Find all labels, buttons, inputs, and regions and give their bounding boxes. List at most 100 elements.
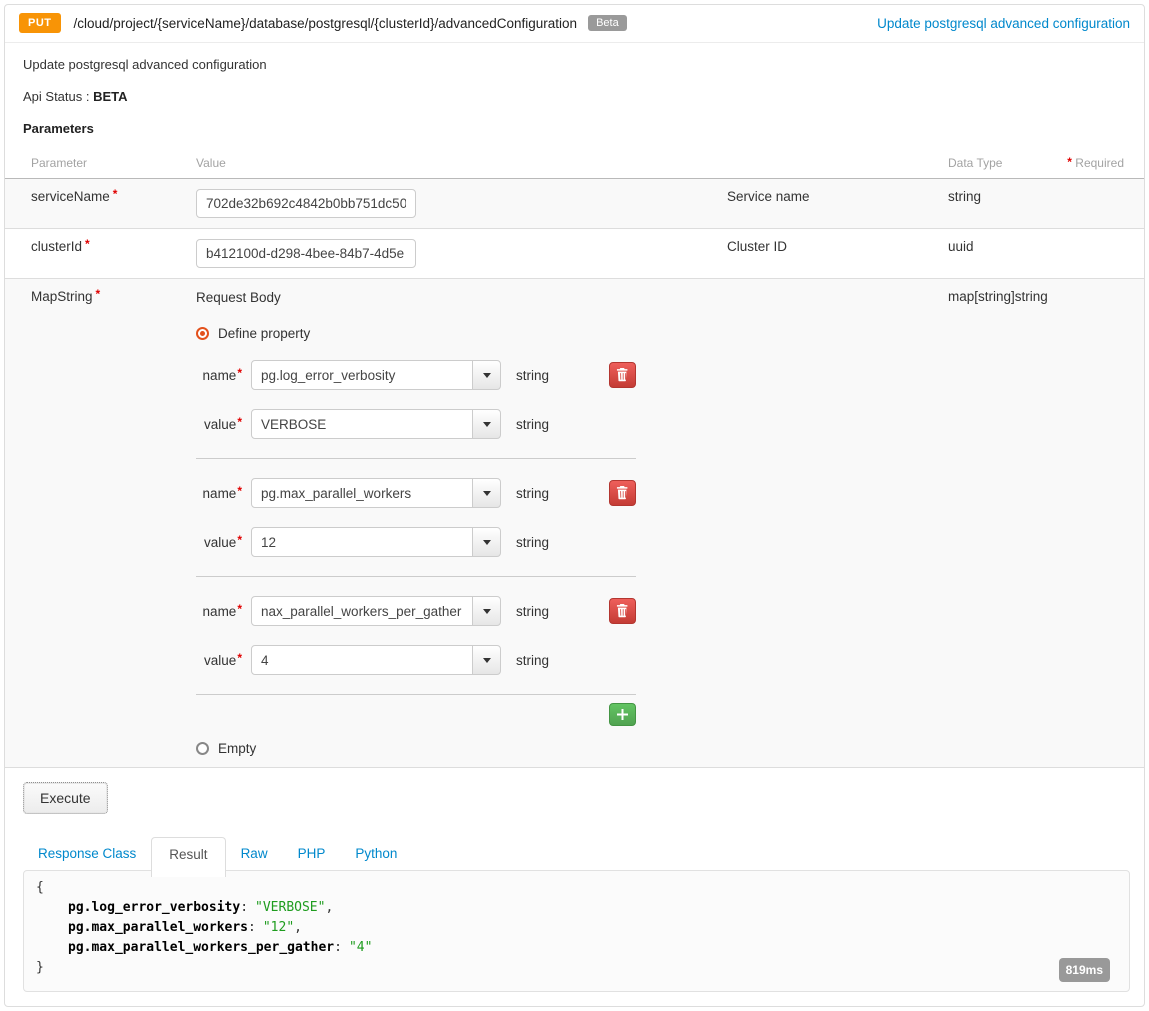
param-description: Service name	[727, 179, 948, 228]
result-code-block: { pg.log_error_verbosity:"VERBOSE", pg.m…	[23, 870, 1130, 992]
param-description: Cluster ID	[727, 229, 948, 278]
table-row-servicename: serviceName* Service name string	[5, 179, 1144, 229]
result-entry: pg.max_parallel_workers:"12",	[36, 918, 1117, 938]
column-header-parameter: Parameter	[5, 145, 196, 178]
property-name-input[interactable]	[251, 596, 473, 626]
column-header-value: Value	[196, 145, 727, 178]
property-name-combo	[251, 360, 501, 390]
required-asterisk: *	[237, 484, 242, 498]
empty-radio[interactable]: Empty	[196, 741, 727, 756]
response-time-badge: 819ms	[1059, 958, 1110, 982]
parameters-table: Parameter Value Data Type * Required ser…	[5, 145, 1144, 768]
param-name-clusterid: clusterId	[31, 239, 82, 254]
property-name-dropdown-button[interactable]	[472, 478, 501, 508]
property-value-combo	[251, 409, 501, 439]
property-divider	[196, 458, 636, 459]
property-type-label: string	[516, 486, 549, 501]
caret-down-icon	[483, 373, 491, 378]
api-endpoint-panel: PUT /cloud/project/{serviceName}/databas…	[4, 4, 1145, 1007]
required-asterisk: *	[237, 602, 242, 616]
required-asterisk: *	[237, 533, 242, 547]
required-asterisk: *	[237, 415, 242, 429]
property-value-dropdown-button[interactable]	[472, 527, 501, 557]
property-name-dropdown-button[interactable]	[472, 596, 501, 626]
property-name-dropdown-button[interactable]	[472, 360, 501, 390]
tab-result[interactable]: Result	[151, 837, 225, 877]
delete-property-button[interactable]	[609, 362, 636, 388]
required-asterisk: *	[237, 651, 242, 665]
property-value-combo	[251, 527, 501, 557]
table-row-mapstring: MapString* Request Body Define property …	[5, 279, 1144, 768]
property-type-label: string	[516, 417, 549, 432]
servicename-input[interactable]	[196, 189, 416, 218]
param-data-type: uuid	[948, 229, 1144, 278]
request-body-editor: Request Body Define property name*	[196, 279, 727, 767]
param-data-type: map[string]string	[948, 279, 1144, 767]
table-header-row: Parameter Value Data Type * Required	[5, 145, 1144, 179]
map-property-group: name* string value*	[196, 478, 636, 577]
required-asterisk: *	[1067, 155, 1072, 169]
endpoint-header: PUT /cloud/project/{serviceName}/databas…	[5, 5, 1144, 43]
plus-icon	[617, 709, 628, 720]
caret-down-icon	[483, 658, 491, 663]
caret-down-icon	[483, 540, 491, 545]
required-asterisk: *	[85, 237, 90, 251]
property-value-input[interactable]	[251, 409, 473, 439]
property-type-label: string	[516, 653, 549, 668]
clusterid-input[interactable]	[196, 239, 416, 268]
property-name-combo	[251, 478, 501, 508]
property-type-label: string	[516, 368, 549, 383]
api-status-value: BETA	[93, 89, 127, 104]
radio-selected-icon	[196, 327, 209, 340]
property-value-dropdown-button[interactable]	[472, 409, 501, 439]
tab-response-class[interactable]: Response Class	[23, 837, 151, 870]
required-asterisk: *	[237, 366, 242, 380]
property-value-dropdown-button[interactable]	[472, 645, 501, 675]
api-status: Api Status : BETA	[23, 89, 1130, 104]
property-name-input[interactable]	[251, 360, 473, 390]
property-type-label: string	[516, 535, 549, 550]
required-asterisk: *	[96, 287, 101, 301]
map-property-group: name* string value*	[196, 360, 636, 459]
property-name-combo	[251, 596, 501, 626]
trash-icon	[616, 604, 629, 618]
radio-unselected-icon	[196, 742, 209, 755]
result-entry: pg.max_parallel_workers_per_gather:"4"	[36, 938, 1117, 958]
endpoint-doc-link[interactable]: Update postgresql advanced configuration	[877, 16, 1130, 31]
param-data-type: string	[948, 179, 1144, 228]
property-value-input[interactable]	[251, 527, 473, 557]
property-value-input[interactable]	[251, 645, 473, 675]
caret-down-icon	[483, 609, 491, 614]
http-method-badge: PUT	[19, 13, 61, 33]
property-divider	[196, 576, 636, 577]
endpoint-path: /cloud/project/{serviceName}/database/po…	[74, 16, 578, 31]
endpoint-summary: Update postgresql advanced configuration	[23, 57, 1130, 72]
delete-property-button[interactable]	[609, 598, 636, 624]
map-properties-list: name* string value*	[196, 360, 636, 726]
tab-php[interactable]: PHP	[283, 837, 341, 870]
execute-button[interactable]: Execute	[23, 782, 108, 814]
request-body-label: Request Body	[196, 290, 727, 305]
response-tabs: Response Class Result Raw PHP Python	[23, 837, 1130, 870]
property-value-combo	[251, 645, 501, 675]
param-name-mapstring: MapString	[31, 289, 93, 304]
column-header-data-type: Data Type	[948, 156, 1002, 170]
parameters-title: Parameters	[23, 121, 1130, 136]
trash-icon	[616, 486, 629, 500]
column-header-required: * Required	[1064, 156, 1124, 170]
tab-python[interactable]: Python	[340, 837, 412, 870]
caret-down-icon	[483, 491, 491, 496]
param-name-servicename: serviceName	[31, 189, 110, 204]
beta-badge: Beta	[588, 15, 627, 31]
property-name-input[interactable]	[251, 478, 473, 508]
property-divider	[196, 694, 636, 695]
delete-property-button[interactable]	[609, 480, 636, 506]
required-asterisk: *	[113, 187, 118, 201]
tab-raw[interactable]: Raw	[226, 837, 283, 870]
map-property-group: name* string value*	[196, 596, 636, 695]
result-entry: pg.log_error_verbosity:"VERBOSE",	[36, 898, 1117, 918]
trash-icon	[616, 368, 629, 382]
add-property-button[interactable]	[609, 703, 636, 726]
define-property-radio[interactable]: Define property	[196, 326, 727, 341]
api-status-label: Api Status :	[23, 89, 89, 104]
